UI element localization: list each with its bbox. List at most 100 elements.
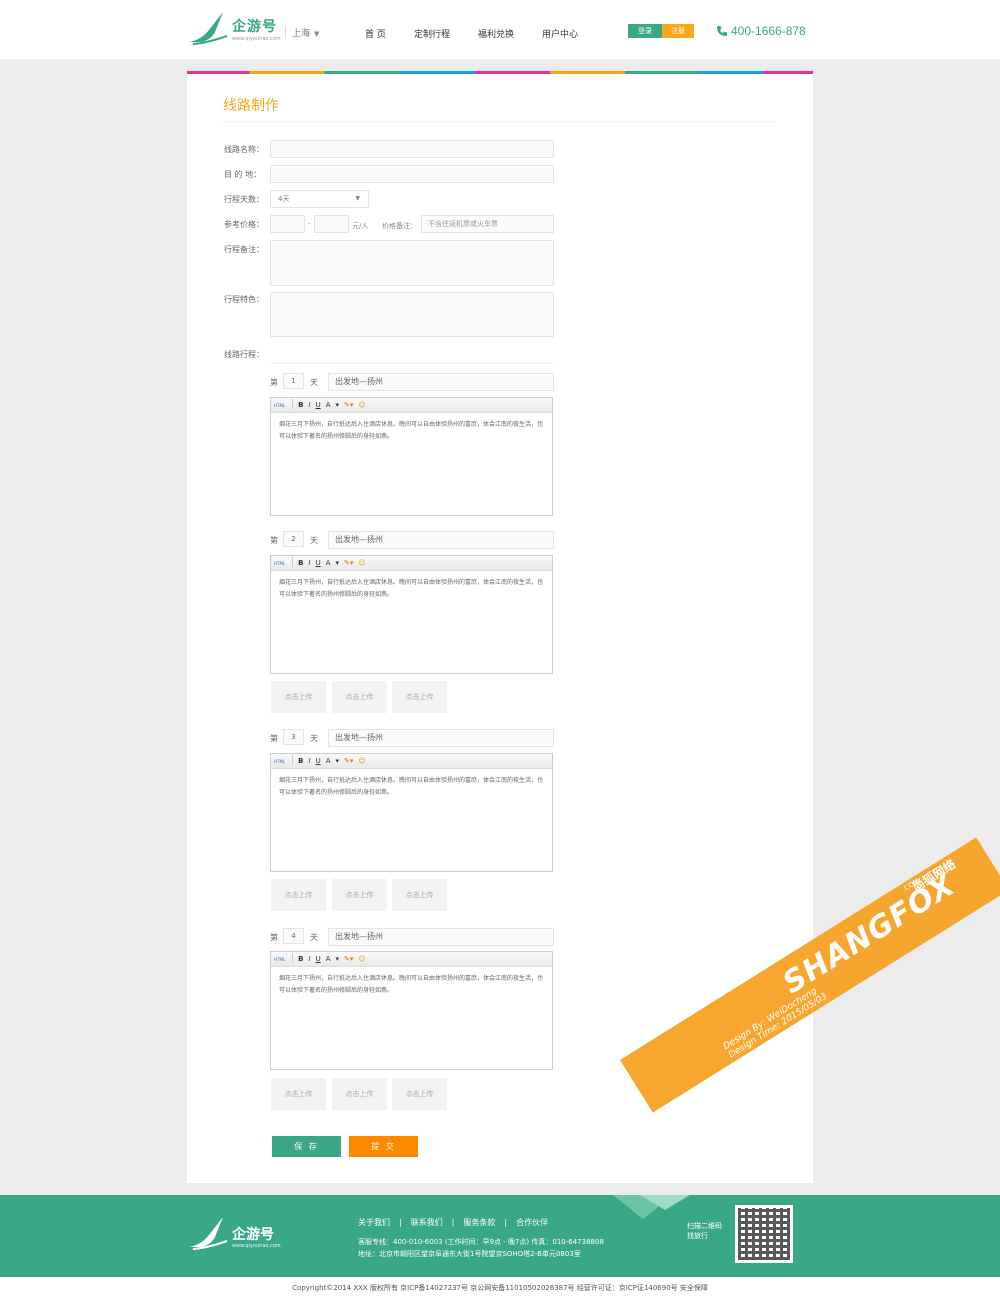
font-color-button[interactable]: A ▾	[326, 556, 339, 570]
price-note-input[interactable]: 不含往返机票或火车票	[421, 215, 554, 233]
day-title-input[interactable]: 出发地—扬州	[328, 729, 554, 747]
day-title-input[interactable]: 出发地—扬州	[328, 531, 554, 549]
editor-content[interactable]: 烟花三月下扬州，自行抵达后入住酒店休息。晚间可以自由体验扬州的富庶，体会江南的夜…	[271, 967, 552, 1003]
destination-label: 目 的 地：	[224, 170, 262, 179]
bold-button[interactable]: B	[298, 556, 303, 570]
bold-button[interactable]: B	[298, 952, 303, 966]
route-name-label: 线路名称：	[224, 145, 264, 154]
highlight-icon[interactable]: ✎▾	[344, 398, 353, 412]
upload-button[interactable]: 点击上传	[271, 879, 326, 911]
day-editor[interactable]: HTML B I U A ▾ ✎▾ ☺ 烟花三月下扬州，自行抵达后入住酒店休息。晚间可以自由体…	[270, 555, 553, 674]
upload-button[interactable]: 点击上传	[392, 879, 447, 911]
footer-logo-text: 企游号	[232, 1227, 274, 1243]
font-color-label: A	[325, 955, 331, 963]
html-mode-button[interactable]: HTML	[274, 557, 285, 571]
city-selector[interactable]: 上海 ▼	[285, 26, 319, 39]
site-footer: 企游号 www.qiyouhao.com 关于我们 | 联系我们 | 服务条款 | 合作伙伴…	[0, 1195, 1000, 1277]
days-select[interactable]: 4天 ▼	[270, 190, 369, 208]
bold-button[interactable]: B	[298, 398, 303, 412]
toolbar-separator	[292, 953, 294, 963]
link-separator: |	[399, 1218, 402, 1227]
emoji-icon[interactable]: ☺	[358, 556, 365, 570]
remark-textarea[interactable]	[270, 240, 554, 286]
nav-custom-trip[interactable]: 定制行程	[414, 27, 450, 40]
upload-button[interactable]: 点击上传	[332, 681, 387, 713]
footer-link-partners[interactable]: 合作伙伴	[516, 1218, 548, 1227]
highlight-icon[interactable]: ✎▾	[344, 556, 353, 570]
upload-button[interactable]: 点击上传	[332, 879, 387, 911]
qr-pattern	[738, 1208, 790, 1260]
nav-user-center[interactable]: 用户中心	[542, 27, 578, 40]
qr-caption-line: 扫描二维码	[687, 1222, 722, 1230]
color-stripe	[187, 71, 813, 74]
underline-button[interactable]: U	[316, 556, 321, 570]
day-title-input[interactable]: 出发地—扬州	[328, 928, 554, 946]
emoji-icon[interactable]: ☺	[358, 754, 365, 768]
font-color-button[interactable]: A ▾	[326, 754, 339, 768]
footer-link-terms[interactable]: 服务条款	[463, 1218, 495, 1227]
site-logo[interactable]: 企游号 www.qiyouhao.com	[187, 10, 282, 46]
emoji-icon[interactable]: ☺	[358, 398, 365, 412]
html-mode-button[interactable]: HTML	[274, 953, 285, 967]
font-color-button[interactable]: A ▾	[326, 398, 339, 412]
toolbar-separator	[292, 557, 294, 567]
price-max-input[interactable]	[314, 215, 349, 233]
qr-code	[735, 1205, 793, 1263]
italic-button[interactable]: I	[308, 398, 310, 412]
nav-benefits[interactable]: 福利兑换	[478, 27, 514, 40]
day-editor[interactable]: HTML B I U A ▾ ✎▾ ☺ 烟花三月下扬州，自行抵达后入住酒店休息。晚间可以自由体…	[270, 951, 553, 1070]
footer-logo[interactable]: 企游号 www.qiyouhao.com	[187, 1215, 281, 1254]
highlight-icon[interactable]: ✎▾	[344, 952, 353, 966]
editor-content[interactable]: 烟花三月下扬州，自行抵达后入住酒店休息。晚间可以自由体验扬州的富庶，体会江南的夜…	[271, 413, 552, 449]
footer-link-contact[interactable]: 联系我们	[411, 1218, 443, 1227]
bold-button[interactable]: B	[298, 754, 303, 768]
footer-links: 关于我们 | 联系我们 | 服务条款 | 合作伙伴	[358, 1217, 548, 1228]
editor-content[interactable]: 烟花三月下扬州，自行抵达后入住酒店休息。晚间可以自由体验扬州的富庶，体会江南的夜…	[271, 769, 552, 805]
italic-button[interactable]: I	[308, 556, 310, 570]
font-color-button[interactable]: A ▾	[326, 952, 339, 966]
upload-button[interactable]: 点击上传	[392, 681, 447, 713]
save-button[interactable]: 保 存	[272, 1136, 341, 1157]
day-number-input[interactable]: 3	[283, 729, 304, 745]
underline-button[interactable]: U	[316, 754, 321, 768]
day-editor[interactable]: HTML B I U A ▾ ✎▾ ☺ 烟花三月下扬州，自行抵达后入住酒店休息。晚间可以自由体…	[270, 753, 553, 872]
submit-button[interactable]: 提 交	[349, 1136, 418, 1157]
login-button[interactable]: 登录	[628, 24, 662, 38]
plane-logo-icon	[189, 1217, 228, 1250]
emoji-icon[interactable]: ☺	[358, 952, 365, 966]
price-min-input[interactable]	[270, 215, 305, 233]
price-label: 参考价格：	[224, 220, 264, 229]
footer-link-about[interactable]: 关于我们	[358, 1218, 390, 1227]
day-prefix: 第	[270, 378, 278, 387]
feature-label: 行程特色：	[224, 295, 264, 304]
day-editor[interactable]: HTML B I U A ▾ ✎▾ ☺ 烟花三月下扬州，自行抵达后入住酒店休息。晚间可以自由体…	[270, 397, 553, 516]
feature-textarea[interactable]	[270, 292, 554, 337]
day-title-input[interactable]: 出发地—扬州	[328, 373, 554, 391]
destination-input[interactable]	[270, 165, 554, 183]
italic-button[interactable]: I	[308, 952, 310, 966]
highlight-icon[interactable]: ✎▾	[344, 754, 353, 768]
editor-toolbar: HTML B I U A ▾ ✎▾ ☺	[271, 754, 552, 769]
upload-button[interactable]: 点击上传	[392, 1078, 447, 1110]
link-separator: |	[504, 1218, 508, 1227]
italic-button[interactable]: I	[308, 754, 310, 768]
nav-home[interactable]: 首 页	[365, 27, 386, 40]
caret-down-icon: ▼	[355, 195, 360, 202]
html-mode-button[interactable]: HTML	[274, 755, 285, 769]
underline-button[interactable]: U	[316, 952, 321, 966]
days-label: 行程天数：	[224, 195, 264, 204]
html-mode-button[interactable]: HTML	[274, 399, 285, 413]
route-name-input[interactable]	[270, 140, 554, 158]
day-number-input[interactable]: 2	[283, 531, 304, 547]
day-number-input[interactable]: 4	[283, 928, 304, 944]
editor-content[interactable]: 烟花三月下扬州，自行抵达后入住酒店休息。晚间可以自由体验扬州的富庶，体会江南的夜…	[271, 571, 552, 607]
divider	[223, 121, 776, 122]
day-number-input[interactable]: 1	[283, 373, 304, 389]
day-suffix: 天	[310, 734, 318, 743]
underline-button[interactable]: U	[316, 398, 321, 412]
upload-button[interactable]: 点击上传	[271, 1078, 326, 1110]
register-button[interactable]: 注册	[662, 24, 694, 38]
upload-button[interactable]: 点击上传	[271, 681, 326, 713]
page-title: 线路制作	[223, 98, 279, 114]
upload-button[interactable]: 点击上传	[332, 1078, 387, 1110]
